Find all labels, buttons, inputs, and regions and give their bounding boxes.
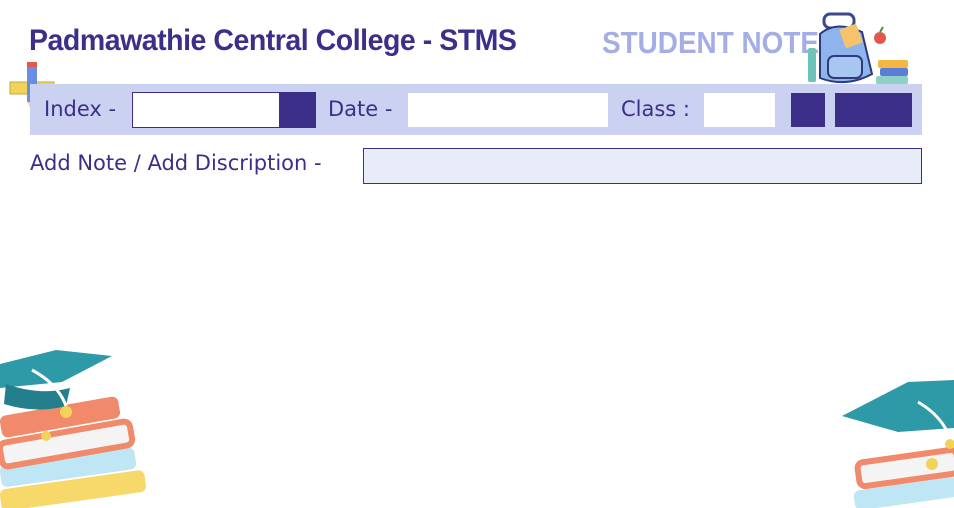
note-input[interactable]: [363, 148, 922, 184]
backpack-icon: [808, 12, 908, 84]
date-input[interactable]: [408, 93, 608, 127]
index-input[interactable]: [132, 92, 280, 128]
save-button[interactable]: [835, 93, 912, 127]
graduation-books-icon: [0, 350, 147, 508]
class-input[interactable]: [704, 93, 775, 127]
date-label: Date -: [328, 97, 393, 121]
class-label: Class :: [621, 97, 690, 121]
toolbar: Index - Date - Class :: [30, 84, 922, 135]
module-title: STUDENT NOTE: [602, 25, 820, 60]
graduation-books-icon-right: [842, 380, 954, 508]
note-label: Add Note / Add Discription -: [30, 151, 322, 175]
index-search-button[interactable]: [280, 92, 316, 128]
index-label: Index -: [44, 97, 117, 121]
app-title: Padmawathie Central College - STMS: [29, 24, 517, 57]
class-action-button[interactable]: [791, 93, 825, 127]
